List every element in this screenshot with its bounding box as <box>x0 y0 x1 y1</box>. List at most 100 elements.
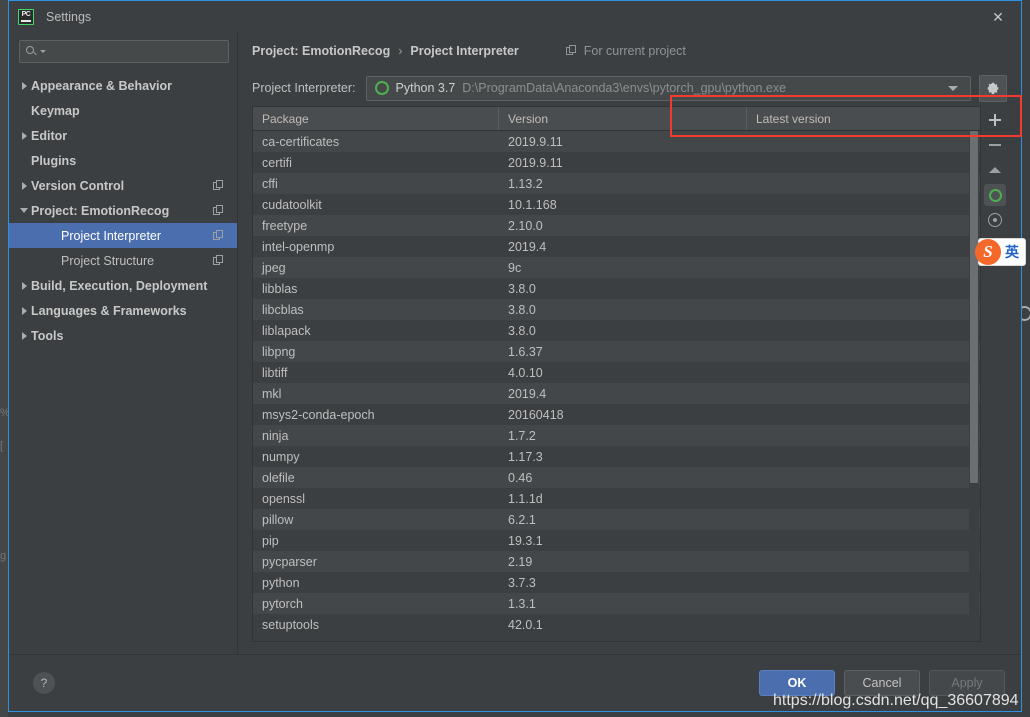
cell-package: libcblas <box>262 302 304 317</box>
copy-icon <box>213 255 224 266</box>
show-env-button[interactable] <box>984 184 1006 206</box>
table-row[interactable]: openssl 1.1.1d <box>253 488 980 509</box>
sidebar-item-languages-frameworks[interactable]: Languages & Frameworks <box>9 298 237 323</box>
chevron-right-icon[interactable] <box>17 331 31 340</box>
table-row[interactable]: mkl 2019.4 <box>253 383 980 404</box>
python-env-icon <box>374 81 389 95</box>
table-row[interactable]: liblapack 3.8.0 <box>253 320 980 341</box>
column-header-latest-version[interactable]: Latest version <box>747 107 980 130</box>
table-row[interactable]: freetype 2.10.0 <box>253 215 980 236</box>
table-row[interactable]: numpy 1.17.3 <box>253 446 980 467</box>
table-row[interactable]: pytorch 1.3.1 <box>253 593 980 614</box>
table-row[interactable]: libcblas 3.8.0 <box>253 299 980 320</box>
cell-version: 3.7.3 <box>508 575 536 590</box>
show-early-releases-button[interactable] <box>984 209 1006 231</box>
chevron-right-icon[interactable] <box>17 281 31 290</box>
table-row[interactable]: certifi 2019.9.11 <box>253 152 980 173</box>
sidebar-item-version-control[interactable]: Version Control <box>9 173 237 198</box>
gear-icon <box>987 82 999 95</box>
cell-package: olefile <box>262 470 295 485</box>
remove-package-button[interactable] <box>984 134 1006 156</box>
sidebar-item-project-structure[interactable]: Project Structure <box>9 248 237 273</box>
interpreter-select[interactable]: Python 3.7 D:\ProgramData\Anaconda3\envs… <box>365 75 971 101</box>
chevron-down-icon[interactable] <box>17 208 31 213</box>
chevron-right-icon[interactable] <box>17 181 31 190</box>
cell-package: libtiff <box>262 365 288 380</box>
table-row[interactable]: msys2-conda-epoch 20160418 <box>253 404 980 425</box>
search-input[interactable] <box>46 43 222 60</box>
packages-scrollbar-thumb[interactable] <box>970 131 978 483</box>
breadcrumb-project[interactable]: Project: EmotionRecog <box>252 44 390 58</box>
table-row[interactable]: libtiff 4.0.10 <box>253 362 980 383</box>
column-header-version[interactable]: Version <box>499 107 747 130</box>
pycharm-logo-icon: PC <box>18 8 34 25</box>
cell-version: 10.1.168 <box>508 197 557 212</box>
table-row[interactable]: ninja 1.7.2 <box>253 425 980 446</box>
table-row[interactable]: libpng 1.6.37 <box>253 341 980 362</box>
sidebar-item-label: Version Control <box>31 178 125 193</box>
sidebar-item-label: Project Interpreter <box>61 228 162 243</box>
table-row[interactable]: jpeg 9c <box>253 257 980 278</box>
background-left-strip <box>0 0 8 717</box>
table-row[interactable]: pip 19.3.1 <box>253 530 980 551</box>
interpreter-settings-button[interactable] <box>979 74 1007 102</box>
table-row[interactable]: pillow 6.2.1 <box>253 509 980 530</box>
settings-content: Project: EmotionRecog › Project Interpre… <box>238 32 1022 654</box>
upgrade-package-button[interactable] <box>984 159 1006 181</box>
cell-package: pillow <box>262 512 294 527</box>
table-row[interactable]: python 3.7.3 <box>253 572 980 593</box>
search-box[interactable] <box>19 40 229 63</box>
minus-icon <box>989 139 1001 151</box>
cell-package: numpy <box>262 449 300 464</box>
ime-toolbar[interactable]: S 英 <box>975 238 1026 266</box>
cell-version: 2.10.0 <box>508 218 543 233</box>
cell-version: 42.0.1 <box>508 617 543 632</box>
help-button[interactable]: ? <box>33 672 55 694</box>
cell-package: libpng <box>262 344 296 359</box>
apply-button: Apply <box>929 670 1005 696</box>
sidebar-item-tools[interactable]: Tools <box>9 323 237 348</box>
column-header-package[interactable]: Package <box>253 107 499 130</box>
packages-area: Package Version Latest version ca-certif… <box>252 106 1007 654</box>
ime-mode-label[interactable]: 英 <box>1005 242 1019 262</box>
sidebar-item-label: Project: EmotionRecog <box>31 203 170 218</box>
table-row[interactable]: cffi 1.13.2 <box>253 173 980 194</box>
sidebar-item-project-emotionrecog[interactable]: Project: EmotionRecog <box>9 198 237 223</box>
close-icon[interactable]: ✕ <box>981 6 1015 28</box>
sidebar-item-label: Keymap <box>31 103 80 118</box>
table-row[interactable]: pycparser 2.19 <box>253 551 980 572</box>
cell-package: mkl <box>262 386 282 401</box>
table-row[interactable]: ca-certificates 2019.9.11 <box>253 131 980 152</box>
up-triangle-icon <box>989 167 1001 173</box>
cell-package: pycparser <box>262 554 317 569</box>
copy-icon <box>565 45 578 57</box>
packages-scrollbar[interactable] <box>969 131 979 640</box>
table-row[interactable]: cudatoolkit 10.1.168 <box>253 194 980 215</box>
sogou-logo-icon: S <box>975 239 1001 265</box>
chevron-right-icon[interactable] <box>17 306 31 315</box>
cell-version: 19.3.1 <box>508 533 543 548</box>
table-row[interactable]: setuptools 42.0.1 <box>253 614 980 635</box>
interpreter-path: D:\ProgramData\Anaconda3\envs\pytorch_gp… <box>462 81 787 95</box>
sidebar-item-keymap[interactable]: Keymap <box>9 98 237 123</box>
chevron-right-icon[interactable] <box>17 131 31 140</box>
plus-icon <box>989 114 1001 126</box>
cell-package: certifi <box>262 155 292 170</box>
dialog-titlebar: PC Settings ✕ <box>9 1 1021 32</box>
chevron-right-icon[interactable] <box>17 81 31 90</box>
ok-button[interactable]: OK <box>759 670 835 696</box>
sidebar-item-appearance-behavior[interactable]: Appearance & Behavior <box>9 73 237 98</box>
table-row[interactable]: intel-openmp 2019.4 <box>253 236 980 257</box>
cancel-button[interactable]: Cancel <box>844 670 920 696</box>
packages-table-body[interactable]: ca-certificates 2019.9.11 certifi 2019.9.11… <box>253 131 980 641</box>
scope-indicator: For current project <box>565 44 686 58</box>
table-row[interactable]: olefile 0.46 <box>253 467 980 488</box>
sidebar-item-project-interpreter[interactable]: Project Interpreter <box>9 223 237 248</box>
sidebar-item-build-execution-deployment[interactable]: Build, Execution, Deployment <box>9 273 237 298</box>
add-package-button[interactable] <box>984 109 1006 131</box>
sidebar-item-editor[interactable]: Editor <box>9 123 237 148</box>
interpreter-label: Project Interpreter: <box>252 81 356 95</box>
chevron-down-icon[interactable] <box>948 85 958 91</box>
table-row[interactable]: libblas 3.8.0 <box>253 278 980 299</box>
sidebar-item-plugins[interactable]: Plugins <box>9 148 237 173</box>
